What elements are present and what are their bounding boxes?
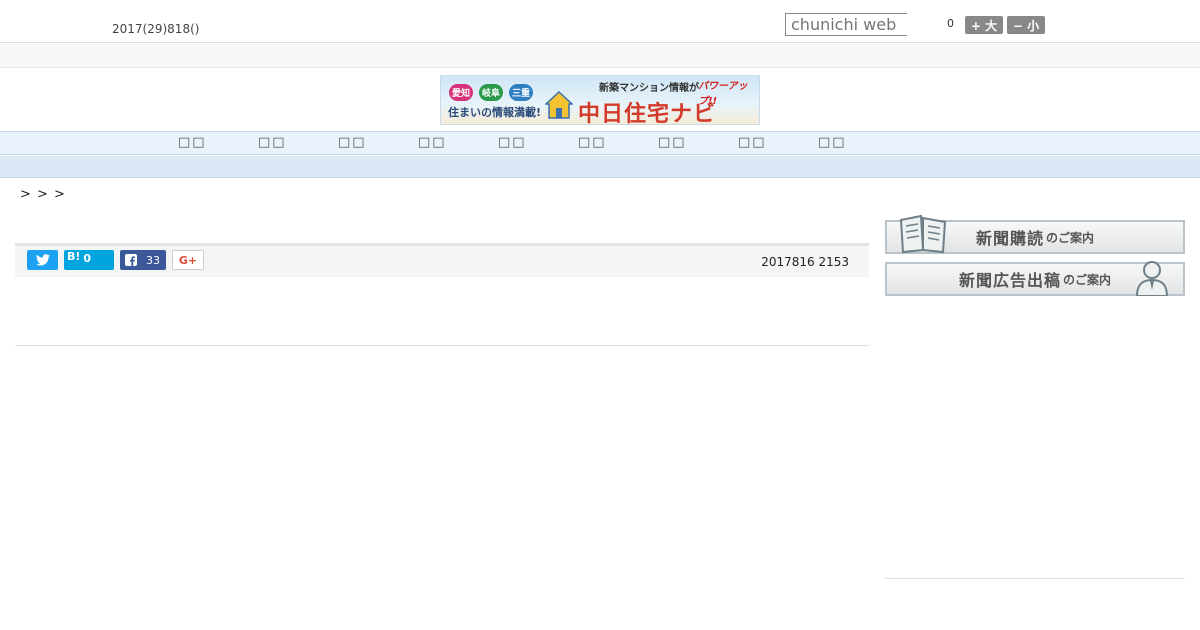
nav-item[interactable]: □□: [178, 135, 207, 150]
book-icon: [899, 214, 947, 254]
nav-item[interactable]: □□: [338, 135, 367, 150]
top-bar: 2017(29)818() 0 + 大 − 小: [0, 0, 1200, 43]
sidebar-divider: [885, 578, 1185, 579]
banner-badge-gifu: 岐阜: [479, 84, 503, 101]
facebook-icon: [125, 254, 137, 266]
sub-nav: [0, 156, 1200, 178]
house-icon: [545, 90, 573, 119]
counter: 0: [947, 17, 954, 30]
banner-subtitle: 住まいの情報満載!: [448, 106, 542, 119]
content-divider: [15, 345, 869, 346]
nav-item[interactable]: □□: [418, 135, 447, 150]
banner-badge-mie: 三重: [509, 84, 533, 101]
current-date: 2017(29)818(): [112, 22, 200, 36]
nav-item[interactable]: □□: [578, 135, 607, 150]
twitter-icon: [35, 254, 50, 266]
advertising-label: 新聞広告出稿: [958, 271, 1061, 290]
nav-item[interactable]: □□: [738, 135, 767, 150]
main-nav: □□ □□ □□ □□ □□ □□ □□ □□ □□: [0, 131, 1200, 155]
breadcrumb[interactable]: > > >: [20, 187, 66, 202]
search-input[interactable]: [785, 13, 907, 36]
banner-top-text: 新築マンション情報が: [599, 83, 699, 94]
housing-navi-banner[interactable]: 愛知 岐阜 三重 住まいの情報満載! 新築マンション情報が パワーアップ!! 中…: [440, 75, 760, 125]
hatena-bookmark-button[interactable]: B! 0: [64, 250, 114, 270]
article-timestamp: 2017816 2153: [761, 255, 849, 269]
facebook-share-button[interactable]: 33: [120, 250, 166, 270]
font-size-increase-button[interactable]: + 大: [965, 16, 1003, 34]
facebook-count: 33: [146, 253, 160, 267]
social-share-bar: B! 0 33 G+ 2017816 2153: [15, 243, 869, 277]
twitter-share-button[interactable]: [27, 250, 58, 270]
hatena-icon: B!: [67, 250, 81, 263]
advertising-suffix: のご案内: [1063, 272, 1112, 287]
nav-item[interactable]: □□: [498, 135, 527, 150]
font-size-decrease-button[interactable]: − 小: [1007, 16, 1045, 34]
subscription-suffix: のご案内: [1046, 230, 1095, 245]
newspaper-advertising-button[interactable]: 新聞広告出稿 のご案内: [885, 261, 1185, 296]
nav-item[interactable]: □□: [258, 135, 287, 150]
google-plus-button[interactable]: G+: [172, 250, 204, 270]
subscription-label: 新聞購読: [975, 229, 1044, 248]
newspaper-subscription-button[interactable]: 新聞購読 のご案内: [885, 214, 1185, 254]
hatena-count: 0: [83, 252, 92, 265]
header-strip: [0, 44, 1200, 68]
banner-badge-aichi: 愛知: [449, 84, 473, 101]
person-icon: [1135, 261, 1169, 296]
banner-main-text: 中日住宅ナビ: [578, 102, 717, 125]
nav-item[interactable]: □□: [658, 135, 687, 150]
nav-item[interactable]: □□: [818, 135, 847, 150]
